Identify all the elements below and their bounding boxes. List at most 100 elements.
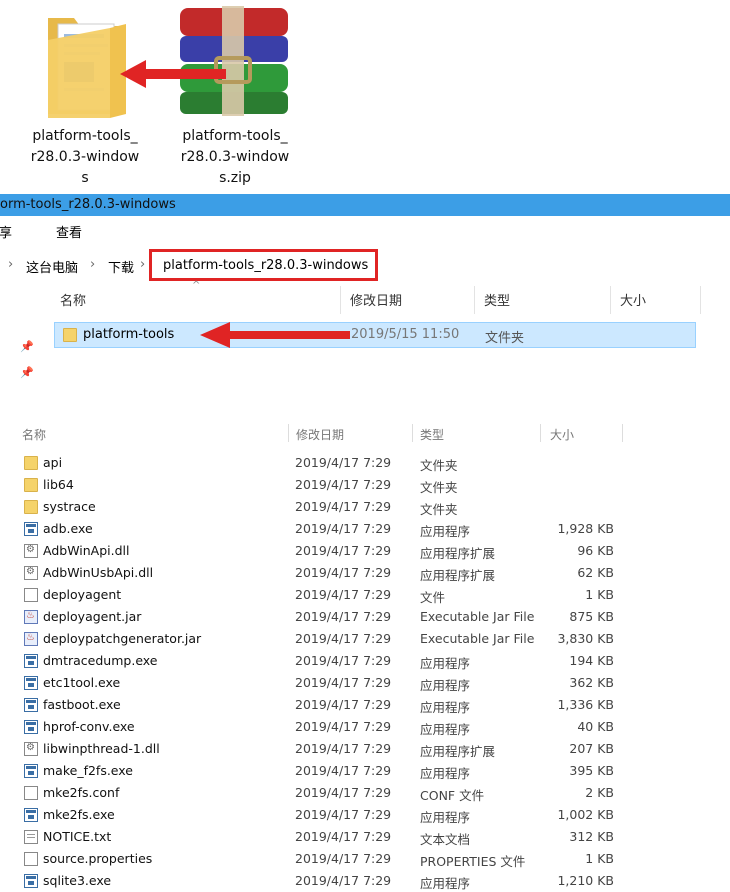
breadcrumb-current: platform-tools_r28.0.3-windows — [163, 258, 369, 273]
file-size: 62 KB — [577, 565, 614, 580]
file-row[interactable]: lib64 2019/4/17 7:29 文件夹 — [0, 474, 730, 496]
column-header-size[interactable]: 大小 — [620, 290, 646, 309]
column-divider[interactable] — [700, 286, 701, 314]
pin-icon[interactable]: 📌 — [20, 340, 34, 353]
column-divider[interactable] — [412, 424, 413, 442]
file-row[interactable]: mke2fs.conf 2019/4/17 7:29 CONF 文件 2 KB — [0, 782, 730, 804]
file-type: 应用程序扩展 — [420, 546, 496, 561]
column-divider[interactable] — [474, 286, 475, 314]
file-row[interactable]: dmtracedump.exe 2019/4/17 7:29 应用程序 194 KB — [0, 650, 730, 672]
file-row[interactable]: source.properties 2019/4/17 7:29 PROPERTIE… — [0, 848, 730, 870]
file-row[interactable]: hprof-conv.exe 2019/4/17 7:29 应用程序 40 KB — [0, 716, 730, 738]
breadcrumb-chevron-icon[interactable]: › — [8, 257, 13, 272]
extracted-folder-icon[interactable] — [46, 10, 130, 120]
window-title-bar[interactable]: orm-tools_r28.0.3-windows — [0, 194, 730, 216]
file-row[interactable]: systrace 2019/4/17 7:29 文件夹 — [0, 496, 730, 518]
jar-icon — [24, 632, 38, 646]
file-row[interactable]: libwinpthread-1.dll 2019/4/17 7:29 应用程序扩展 2… — [0, 738, 730, 760]
file-row[interactable]: adb.exe 2019/4/17 7:29 应用程序 1,928 KB — [0, 518, 730, 540]
file-size: 362 KB — [569, 675, 614, 690]
column-header-name[interactable]: 名称 — [22, 426, 46, 443]
file-row[interactable]: deployagent 2019/4/17 7:29 文件 1 KB — [0, 584, 730, 606]
column-header-size[interactable]: 大小 — [550, 426, 574, 443]
dll-icon — [24, 566, 38, 580]
breadcrumb-current-highlight[interactable]: platform-tools_r28.0.3-windows — [149, 249, 378, 281]
window-title: orm-tools_r28.0.3-windows — [0, 197, 176, 212]
file-size: 2 KB — [585, 785, 614, 800]
file-type: Executable Jar File — [420, 609, 535, 624]
file-size: 40 KB — [577, 719, 614, 734]
column-header-name[interactable]: 名称 — [60, 290, 86, 309]
file-size: 207 KB — [569, 741, 614, 756]
row-modified: 2019/5/15 11:50 — [351, 327, 460, 342]
exe-icon — [24, 764, 38, 778]
file-row[interactable]: mke2fs.exe 2019/4/17 7:29 应用程序 1,002 KB — [0, 804, 730, 826]
breadcrumb-chevron-icon[interactable]: › — [140, 257, 145, 272]
file-row[interactable]: make_f2fs.exe 2019/4/17 7:29 应用程序 395 KB — [0, 760, 730, 782]
breadcrumb-downloads[interactable]: 下载 — [108, 257, 134, 276]
label-line: s — [81, 170, 89, 186]
column-divider[interactable] — [288, 424, 289, 442]
file-type: 应用程序 — [420, 722, 471, 737]
label-line: s.zip — [219, 170, 251, 186]
file-row[interactable]: etc1tool.exe 2019/4/17 7:29 应用程序 362 KB — [0, 672, 730, 694]
file-name: etc1tool.exe — [43, 675, 121, 690]
file-size: 1,336 KB — [557, 697, 614, 712]
selected-folder-row[interactable]: platform-tools 2019/5/15 11:50 文件夹 — [54, 322, 696, 348]
exe-icon — [24, 698, 38, 712]
column-divider[interactable] — [622, 424, 623, 442]
exe-icon — [24, 874, 38, 888]
file-type: 应用程序 — [420, 700, 471, 715]
file-row[interactable]: deploypatchgenerator.jar 2019/4/17 7:29 Ex… — [0, 628, 730, 650]
dll-icon — [24, 742, 38, 756]
label-line: platform-tools_ — [32, 128, 138, 144]
file-size: 395 KB — [569, 763, 614, 778]
file-size: 96 KB — [577, 543, 614, 558]
file-modified: 2019/4/17 7:29 — [295, 543, 392, 558]
column-header-type[interactable]: 类型 — [420, 426, 444, 443]
file-size: 3,830 KB — [557, 631, 614, 646]
file-size: 1,210 KB — [557, 873, 614, 888]
file-row[interactable]: NOTICE.txt 2019/4/17 7:29 文本文档 312 KB — [0, 826, 730, 848]
column-divider[interactable] — [340, 286, 341, 314]
extracted-folder-label: platform-tools_ r28.0.3-window s — [25, 126, 145, 189]
column-header-type[interactable]: 类型 — [484, 290, 510, 309]
file-row[interactable]: AdbWinApi.dll 2019/4/17 7:29 应用程序扩展 96 KB — [0, 540, 730, 562]
file-size: 312 KB — [569, 829, 614, 844]
file-type: 应用程序扩展 — [420, 744, 496, 759]
file-type: 文件 — [420, 590, 446, 605]
file-size: 194 KB — [569, 653, 614, 668]
column-header-modified[interactable]: 修改日期 — [350, 290, 402, 309]
file-name: deployagent.jar — [43, 609, 142, 624]
file-modified: 2019/4/17 7:29 — [295, 785, 392, 800]
file-row[interactable]: deployagent.jar 2019/4/17 7:29 Executable … — [0, 606, 730, 628]
breadcrumb-chevron-icon[interactable]: › — [90, 257, 95, 272]
file-modified: 2019/4/17 7:29 — [295, 763, 392, 778]
file-type: 应用程序 — [420, 810, 471, 825]
file-modified: 2019/4/17 7:29 — [295, 653, 392, 668]
file-list: api 2019/4/17 7:29 文件夹 lib64 2019/4/17 7:29 文… — [0, 452, 730, 892]
file-row[interactable]: AdbWinUsbApi.dll 2019/4/17 7:29 应用程序扩展 62 K… — [0, 562, 730, 584]
file-name: AdbWinApi.dll — [43, 543, 130, 558]
label-line: r28.0.3-window — [30, 149, 140, 165]
file-name: deploypatchgenerator.jar — [43, 631, 202, 646]
folder-icon — [63, 328, 77, 342]
file-modified: 2019/4/17 7:29 — [295, 829, 392, 844]
file-size: 1 KB — [585, 851, 614, 866]
file-modified: 2019/4/17 7:29 — [295, 741, 392, 756]
file-row[interactable]: api 2019/4/17 7:29 文件夹 — [0, 452, 730, 474]
zip-file-label: platform-tools_ r28.0.3-window s.zip — [175, 126, 295, 189]
file-name: libwinpthread-1.dll — [43, 741, 160, 756]
file-type: 应用程序 — [420, 678, 471, 693]
address-bar[interactable]: › 这台电脑 › 下载 › platform-tools_r28.0.3-win… — [0, 246, 730, 282]
ribbon-tab-view[interactable]: 查看 — [56, 222, 82, 241]
breadcrumb-this-pc[interactable]: 这台电脑 — [26, 257, 78, 276]
column-divider[interactable] — [540, 424, 541, 442]
ribbon-tab-share[interactable]: 共享 — [0, 222, 12, 241]
file-row[interactable]: fastboot.exe 2019/4/17 7:29 应用程序 1,336 KB — [0, 694, 730, 716]
pin-icon[interactable]: 📌 — [20, 366, 34, 379]
column-divider[interactable] — [610, 286, 611, 314]
column-header-modified[interactable]: 修改日期 — [296, 426, 344, 443]
file-name: dmtracedump.exe — [43, 653, 158, 668]
folder-icon — [24, 500, 38, 514]
